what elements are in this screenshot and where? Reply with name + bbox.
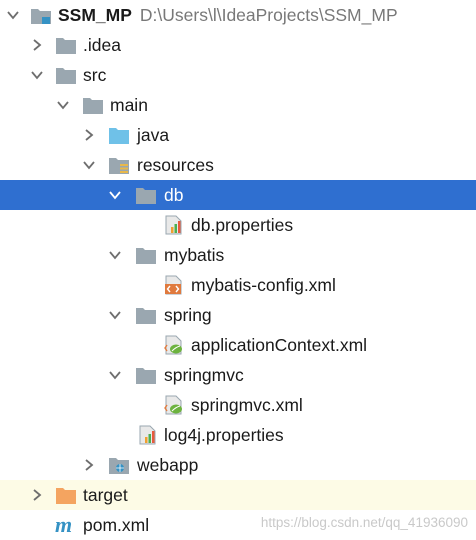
folder-icon [135, 185, 157, 205]
tree-row-src[interactable]: src [0, 60, 476, 90]
tree-row-spring[interactable]: spring [0, 300, 476, 330]
chevron-down-icon[interactable] [108, 248, 122, 262]
project-name: SSM_MP [58, 5, 132, 25]
tree-label: main [110, 95, 148, 115]
folder-icon [135, 305, 157, 325]
spring-xml-file-icon [163, 395, 185, 415]
chevron-down-icon[interactable] [6, 8, 20, 22]
tree-label: java [137, 125, 170, 145]
tree-label: springmvc [164, 365, 244, 385]
tree-label: db [164, 185, 184, 205]
tree-row-log4j-properties[interactable]: log4j.properties [0, 420, 476, 450]
tree-row-springmvc-xml[interactable]: springmvc.xml [0, 390, 476, 420]
chevron-right-icon[interactable] [30, 488, 44, 502]
tree-label: mybatis [164, 245, 225, 265]
tree-row-main[interactable]: main [0, 90, 476, 120]
tree-label: .idea [83, 35, 121, 55]
project-path: D:\Users\l\IdeaProjects\SSM_MP [139, 5, 398, 25]
properties-file-icon [163, 215, 185, 235]
folder-icon [55, 65, 77, 85]
chevron-right-icon[interactable] [30, 38, 44, 52]
tree-row-target[interactable]: target [0, 480, 476, 510]
web-folder-icon [108, 455, 130, 475]
chevron-right-icon[interactable] [82, 128, 96, 142]
tree-label: log4j.properties [164, 425, 284, 445]
folder-icon [135, 245, 157, 265]
tree-row-springmvc[interactable]: springmvc [0, 360, 476, 390]
tree-label: webapp [137, 455, 199, 475]
tree-row-ssm-mp[interactable]: SSM_MP D:\Users\l\IdeaProjects\SSM_MP [0, 0, 476, 30]
project-module-icon [30, 5, 52, 25]
chevron-down-icon[interactable] [108, 188, 122, 202]
tree-label: pom.xml [83, 515, 150, 535]
chevron-down-icon[interactable] [82, 158, 96, 172]
source-folder-icon [108, 125, 130, 145]
tree-label: mybatis-config.xml [191, 275, 336, 295]
spring-xml-file-icon [163, 335, 185, 355]
tree-label: applicationContext.xml [191, 335, 368, 355]
chevron-down-icon[interactable] [30, 68, 44, 82]
tree-row-resources[interactable]: resources [0, 150, 476, 180]
tree-row-mybatis-config[interactable]: mybatis-config.xml [0, 270, 476, 300]
tree-label: resources [137, 155, 214, 175]
tree-row-webapp[interactable]: webapp [0, 450, 476, 480]
properties-file-icon [137, 425, 159, 445]
excluded-folder-icon [55, 485, 77, 505]
chevron-down-icon[interactable] [108, 368, 122, 382]
project-tree: SSM_MP D:\Users\l\IdeaProjects\SSM_MP .id… [0, 0, 476, 540]
chevron-right-icon[interactable] [82, 458, 96, 472]
watermark: https://blog.csdn.net/qq_41936090 [260, 515, 468, 530]
tree-label: spring [164, 305, 212, 325]
maven-pom-icon: m [55, 514, 77, 536]
tree-row-java[interactable]: java [0, 120, 476, 150]
tree-label: springmvc.xml [191, 395, 303, 415]
resources-folder-icon [108, 155, 130, 175]
tree-row-db[interactable]: db [0, 180, 476, 210]
tree-row-idea[interactable]: .idea [0, 30, 476, 60]
folder-icon [82, 95, 104, 115]
xml-file-icon [163, 275, 185, 295]
chevron-down-icon[interactable] [56, 98, 70, 112]
tree-label: src [83, 65, 107, 85]
tree-row-application-context[interactable]: applicationContext.xml [0, 330, 476, 360]
tree-row-mybatis[interactable]: mybatis [0, 240, 476, 270]
svg-text:m: m [55, 514, 72, 536]
chevron-down-icon[interactable] [108, 308, 122, 322]
tree-row-db-properties[interactable]: db.properties [0, 210, 476, 240]
tree-label: db.properties [191, 215, 294, 235]
folder-icon [135, 365, 157, 385]
folder-icon [55, 35, 77, 55]
tree-label: target [83, 485, 128, 505]
